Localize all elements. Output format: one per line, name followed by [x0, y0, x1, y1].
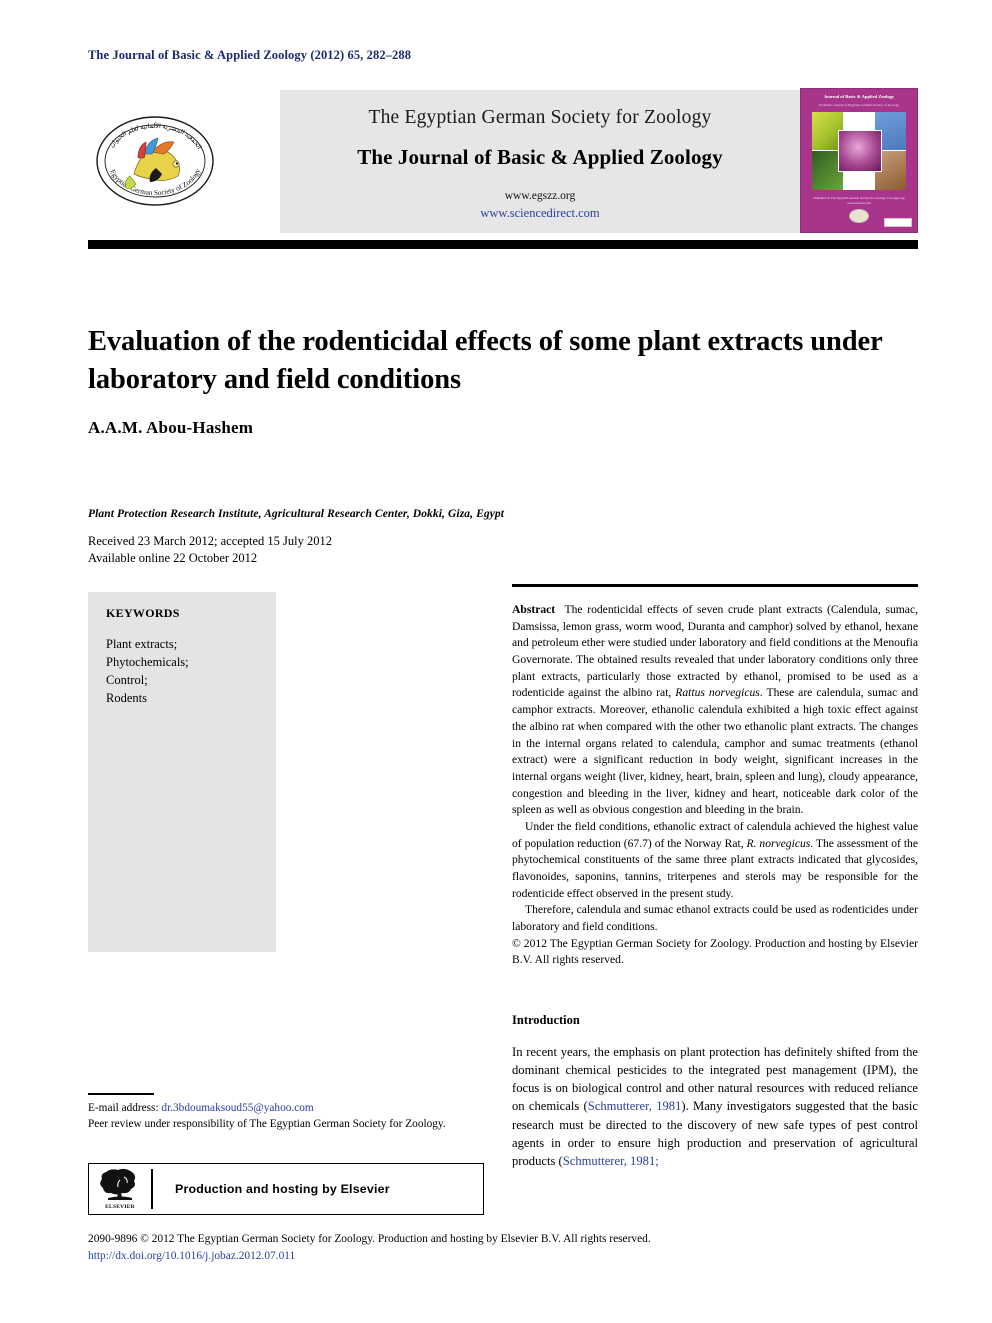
affiliation: Plant Protection Research Institute, Agr… [88, 508, 505, 520]
journal-masthead: Egyptian German Society of Zoology الجمع… [88, 88, 918, 233]
journal-banner: The Egyptian German Society for Zoology … [280, 90, 800, 233]
cover-publisher-badge [884, 218, 912, 227]
society-url[interactable]: www.egszz.org [280, 190, 800, 204]
publication-footer: 2090-9896 © 2012 The Egyptian German Soc… [88, 1231, 918, 1264]
abstract-paragraph: Under the field conditions, ethanolic ex… [512, 819, 918, 902]
article-first-page: The Journal of Basic & Applied Zoology (… [0, 0, 992, 1323]
species-name: Rattus norvegicus [675, 686, 760, 700]
species-name: R. norvegicus [746, 836, 811, 850]
footnote-block: E-mail address: dr.3bdoumaksoud55@yahoo.… [88, 1100, 488, 1132]
introduction-section: Introduction In recent years, the emphas… [512, 1013, 918, 1170]
journal-cover-thumbnail[interactable]: Journal of Basic & Applied Zoology Forme… [800, 88, 918, 233]
introduction-heading: Introduction [512, 1013, 580, 1027]
elsevier-hosting-box: ELSEVIER Production and hosting by Elsev… [88, 1163, 484, 1215]
introduction-body: In recent years, the emphasis on plant p… [512, 1043, 918, 1170]
citation-link[interactable]: Schmutterer, 1981 [588, 1099, 682, 1113]
cover-subtitle: Formerly: Journal of Egyptian German Soc… [819, 102, 899, 107]
doi-link[interactable]: http://dx.doi.org/10.1016/j.jobaz.2012.0… [88, 1250, 295, 1262]
email-link[interactable]: dr.3bdoumaksoud55@yahoo.com [161, 1102, 313, 1114]
page-title: Evaluation of the rodenticidal effects o… [88, 326, 883, 395]
received-date: Received 23 March 2012; accepted 15 July… [88, 534, 333, 548]
keyword-item: Plant extracts; [106, 637, 178, 651]
keywords-heading: KEYWORDS [106, 606, 180, 620]
society-seal-icon: Egyptian German Society of Zoology الجمع… [94, 102, 216, 220]
email-label: E-mail address: [88, 1102, 159, 1114]
cover-footer-text: Published by The Egyptian German Society… [813, 195, 905, 206]
cover-title: Journal of Basic & Applied Zoology [823, 94, 895, 99]
banner-urls: www.egszz.org www.sciencedirect.com [280, 190, 800, 222]
abstract-copyright: © 2012 The Egyptian German Society for Z… [512, 936, 918, 967]
abstract-text-part1: The rodenticidal effects of seven crude … [512, 603, 918, 700]
elsevier-logo: ELSEVIER [89, 1164, 151, 1214]
abstract-paragraph: Abstract The rodenticidal effects of sev… [512, 602, 918, 819]
society-name: The Egyptian German Society for Zoology [368, 107, 712, 128]
masthead-divider [88, 240, 918, 249]
available-online-date: Available online 22 October 2012 [88, 551, 258, 566]
cover-seal-icon [849, 209, 869, 224]
abstract-label: Abstract [512, 603, 556, 616]
email-footnote: E-mail address: dr.3bdoumaksoud55@yahoo.… [88, 1100, 488, 1116]
cover-image-grid [812, 111, 906, 190]
keyword-item: Rodents [106, 691, 147, 706]
keyword-item: Control; [106, 673, 148, 688]
abstract-section: Abstract The rodenticidal effects of sev… [512, 602, 918, 969]
abstract-paragraph: Therefore, calendula and sumac ethanol e… [512, 903, 918, 934]
author-list: A.A.M. Abou-Hashem [88, 418, 254, 437]
issn-copyright-line: 2090-9896 © 2012 The Egyptian German Soc… [88, 1233, 651, 1245]
footnote-divider [88, 1093, 154, 1095]
keywords-box: KEYWORDS Plant extracts; Phytochemicals;… [88, 592, 276, 952]
peer-review-note: Peer review under responsibility of The … [88, 1118, 446, 1131]
cover-center-image [838, 129, 882, 172]
elsevier-hosting-label: Production and hosting by Elsevier [175, 1182, 390, 1196]
running-head: The Journal of Basic & Applied Zoology (… [88, 48, 412, 62]
abstract-divider [512, 584, 918, 587]
sciencedirect-url[interactable]: www.sciencedirect.com [480, 206, 599, 220]
keyword-item: Phytochemicals; [106, 655, 189, 670]
article-history: Received 23 March 2012; accepted 15 July… [88, 533, 588, 568]
citation-link[interactable]: Schmutterer, 1981; [563, 1154, 659, 1168]
journal-name: The Journal of Basic & Applied Zoology [357, 145, 723, 169]
elsevier-tree-icon [100, 1168, 136, 1200]
elsevier-wordmark: ELSEVIER [105, 1204, 135, 1210]
abstract-text-part2: . These are calendula, sumac and camphor… [512, 686, 919, 817]
